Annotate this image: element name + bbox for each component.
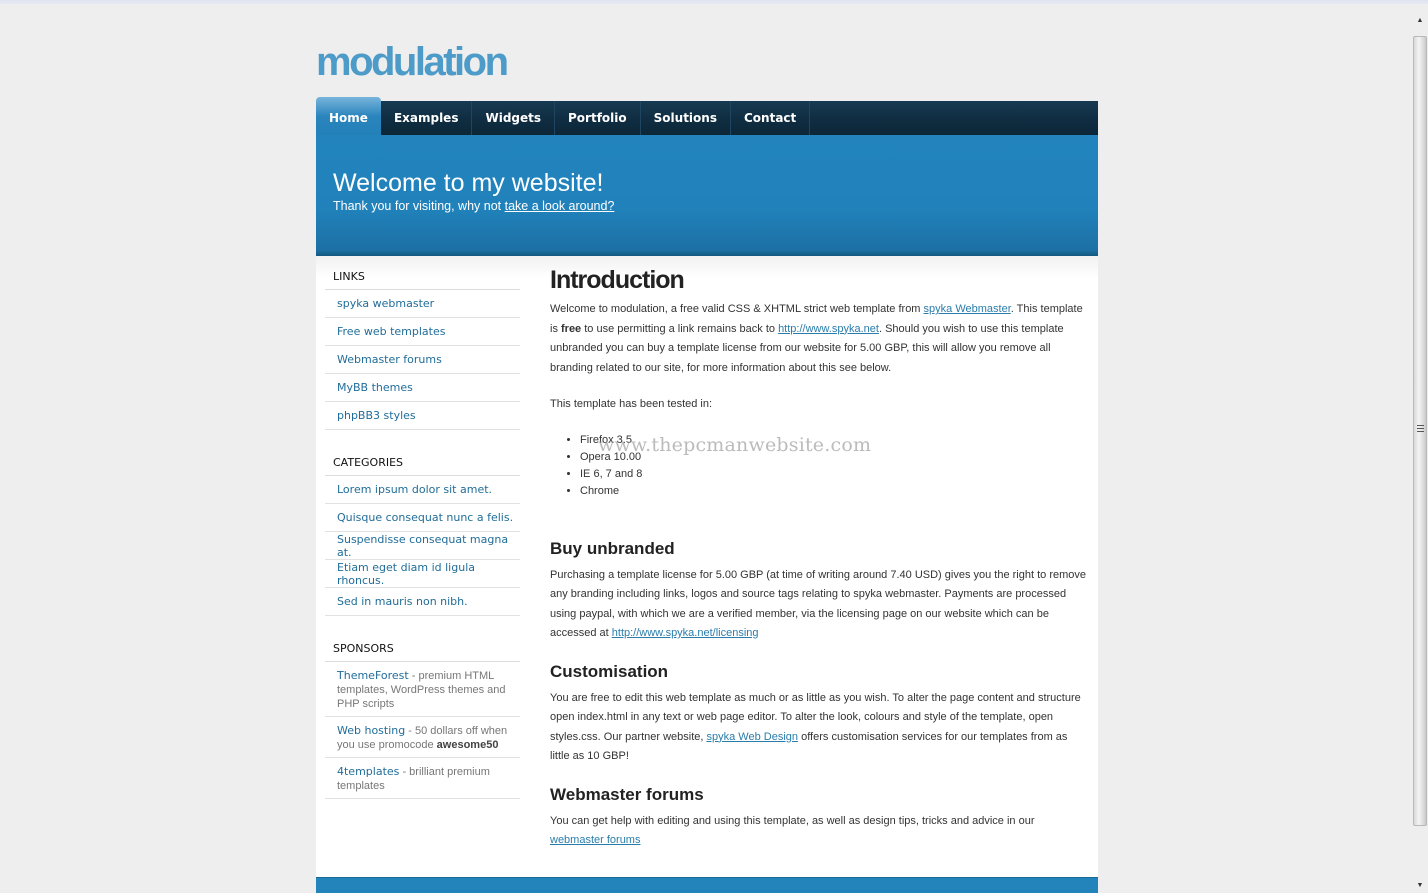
nav-home[interactable]: Home [316, 97, 381, 135]
tested-in-text: This template has been tested in: [550, 398, 713, 410]
sponsor-item: 4templates - brilliant premium templates [325, 758, 520, 799]
nav-solutions[interactable]: Solutions [641, 101, 731, 135]
list-item: Sed in mauris non nibh. [325, 588, 520, 616]
category-link[interactable]: Lorem ipsum dolor sit amet. [337, 483, 492, 496]
list-item: phpBB3 styles [325, 402, 520, 430]
banner-title: Welcome to my website! [333, 169, 604, 197]
look-around-link[interactable]: take a look around? [505, 199, 615, 213]
link-free-web-templates[interactable]: Free web templates [337, 325, 445, 338]
list-item: Webmaster forums [325, 346, 520, 374]
categories-heading: CATEGORIES [325, 454, 520, 476]
scroll-thumb[interactable] [1413, 36, 1427, 826]
spyka-web-design-link[interactable]: spyka Web Design [707, 731, 799, 743]
watermark: www.thepcmanwebsite.com [598, 434, 872, 456]
main-nav: Home Examples Widgets Portfolio Solution… [316, 97, 1098, 135]
sponsor-item: Web hosting - 50 dollars off when you us… [325, 717, 520, 758]
intro-paragraph: Welcome to modulation, a free valid CSS … [550, 300, 1090, 378]
customisation-paragraph: You are free to edit this web template a… [550, 689, 1090, 767]
nav-contact[interactable]: Contact [731, 101, 811, 135]
sidebar: LINKS spyka webmaster Free web templates… [325, 268, 520, 823]
category-link[interactable]: Etiam eget diam id ligula rhoncus. [337, 561, 520, 587]
promocode: awesome50 [436, 739, 499, 751]
link-phpbb3-styles[interactable]: phpBB3 styles [337, 409, 416, 422]
banner-subtitle-text: Thank you for visiting, why not [333, 199, 505, 213]
site-logo[interactable]: modulation [316, 40, 509, 85]
sponsor-themeforest-link[interactable]: ThemeForest [337, 669, 409, 682]
link-spyka-webmaster[interactable]: spyka webmaster [337, 297, 434, 310]
licensing-link[interactable]: http://www.spyka.net/licensing [612, 627, 759, 639]
link-mybb-themes[interactable]: MyBB themes [337, 381, 413, 394]
list-item: Lorem ipsum dolor sit amet. [325, 476, 520, 504]
introduction-heading: Introduction [550, 266, 685, 294]
scroll-track[interactable] [1412, 30, 1428, 877]
nav-examples[interactable]: Examples [381, 101, 473, 135]
intro-bold: free [561, 322, 582, 335]
spyka-webmaster-link[interactable]: spyka Webmaster [924, 303, 1011, 315]
list-item: IE 6, 7 and 8 [580, 466, 1090, 483]
sponsors-section: SPONSORS ThemeForest - premium HTML temp… [325, 640, 520, 799]
main-content: Introduction Welcome to modulation, a fr… [550, 264, 1090, 868]
vertical-scrollbar[interactable]: ▲ ▼ [1412, 14, 1428, 893]
forums-text: You can get help with editing and using … [550, 814, 1035, 827]
intro-text: Welcome to modulation, a free valid CSS … [550, 303, 924, 315]
spyka-net-link[interactable]: http://www.spyka.net [778, 323, 879, 335]
scroll-grip-icon [1417, 425, 1424, 432]
intro-text: to use permitting a link remains back to [581, 322, 779, 335]
welcome-banner: Welcome to my website! Thank you for vis… [316, 135, 1098, 256]
category-link[interactable]: Suspendisse consequat magna at. [337, 533, 520, 559]
customisation-heading: Customisation [550, 661, 669, 681]
nav-widgets[interactable]: Widgets [472, 101, 556, 135]
webmaster-forums-heading: Webmaster forums [550, 784, 704, 804]
list-item: Quisque consequat nunc a felis. [325, 504, 520, 532]
scroll-up-arrow-icon[interactable]: ▲ [1413, 14, 1427, 28]
links-section: LINKS spyka webmaster Free web templates… [325, 268, 520, 430]
sponsors-heading: SPONSORS [325, 640, 520, 662]
footer-bar [316, 877, 1098, 893]
list-item: spyka webmaster [325, 290, 520, 318]
forums-paragraph: You can get help with editing and using … [550, 812, 1090, 851]
list-item: Suspendisse consequat magna at. [325, 532, 520, 560]
unbranded-paragraph: Purchasing a template license for 5.00 G… [550, 566, 1090, 644]
list-item: Chrome [580, 483, 1090, 500]
nav-portfolio[interactable]: Portfolio [555, 101, 641, 135]
banner-subtitle: Thank you for visiting, why not take a l… [333, 199, 614, 213]
browser-top-edge [0, 0, 1428, 4]
link-webmaster-forums[interactable]: Webmaster forums [337, 353, 442, 366]
sponsor-item: ThemeForest - premium HTML templates, Wo… [325, 662, 520, 717]
categories-section: CATEGORIES Lorem ipsum dolor sit amet. Q… [325, 454, 520, 616]
scroll-down-arrow-icon[interactable]: ▼ [1413, 879, 1427, 893]
list-item: Free web templates [325, 318, 520, 346]
buy-unbranded-heading: Buy unbranded [550, 538, 675, 558]
category-link[interactable]: Sed in mauris non nibh. [337, 595, 468, 608]
webmaster-forums-link[interactable]: webmaster forums [550, 834, 640, 846]
sponsor-4templates-link[interactable]: 4templates [337, 765, 399, 778]
category-link[interactable]: Quisque consequat nunc a felis. [337, 511, 513, 524]
list-item: Etiam eget diam id ligula rhoncus. [325, 560, 520, 588]
list-item: MyBB themes [325, 374, 520, 402]
links-heading: LINKS [325, 268, 520, 290]
sponsor-web-hosting-link[interactable]: Web hosting [337, 724, 405, 737]
